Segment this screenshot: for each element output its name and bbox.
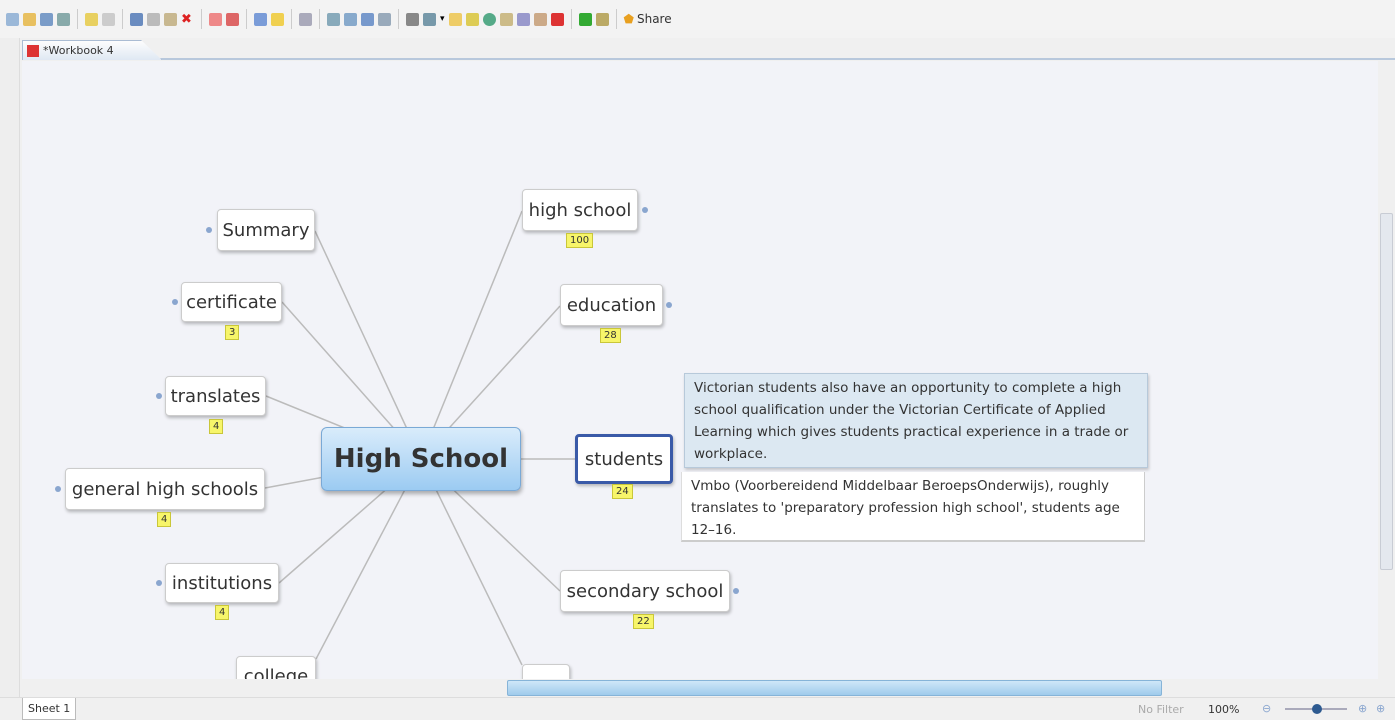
share-button[interactable]: ⬟ Share [624,12,672,26]
tab-title: *Workbook 4 [43,44,114,57]
hyperlink-icon[interactable] [378,12,391,26]
drill-down-icon[interactable] [578,12,592,26]
notes-icon[interactable] [465,12,479,26]
count-badge: 4 [157,512,172,527]
count-badge: 24 [612,484,633,499]
topic-partial[interactable] [522,664,570,679]
note-tooltip: Victorian students also have an opportun… [684,373,1148,468]
fit-icon[interactable]: ⊕ [1376,702,1385,715]
stop-icon[interactable] [550,12,564,26]
redo-icon[interactable] [102,12,115,26]
topic-label: high school [528,199,632,221]
cut-icon[interactable] [130,12,143,26]
mindmap-canvas[interactable]: Summary certificate 3 translates 4 gener… [22,61,1378,679]
sheet-tab[interactable]: Sheet 1 [22,698,77,720]
expand-icon[interactable] [55,486,61,492]
topic-label: Summary [222,219,310,241]
expand-icon[interactable] [156,393,162,399]
note-text: Victorian students also have an opportun… [694,380,1129,462]
sheet-label: Sheet 1 [28,702,71,715]
zoom-level: 100% [1208,703,1240,716]
image-icon[interactable] [361,12,374,26]
count-badge: 100 [566,233,594,248]
topic-college[interactable]: college [236,656,316,679]
undo-icon[interactable] [85,12,98,26]
topic-label: students [584,448,664,470]
vertical-scrollbar[interactable] [1378,61,1395,679]
topic-institutions[interactable]: institutions [165,563,279,603]
topic-summary[interactable]: Summary [217,209,315,251]
topic-translates[interactable]: translates [165,376,266,416]
note-text: Vmbo (Voorbereidend Middelbaar BeroepsOn… [691,478,1120,538]
expand-icon[interactable] [172,299,178,305]
main-toolbar: ✖ ▾ ⬟ Share [0,0,1395,38]
status-bar: Sheet 1 No Filter 100% ⊖ ⊕ ⊕ [0,697,1395,720]
label-icon[interactable] [344,12,357,26]
boundary-icon[interactable] [499,12,513,26]
topic-education[interactable]: education [560,284,663,326]
print-icon[interactable] [57,12,70,26]
workbook-icon [27,44,39,57]
expand-icon[interactable] [156,580,162,586]
save-icon[interactable] [40,12,53,26]
delete-icon[interactable]: ✖ [181,13,194,26]
tab-workbook[interactable]: *Workbook 4 [22,40,162,60]
callout-icon[interactable] [254,12,267,26]
topic-label: general high schools [71,478,259,500]
topic-label: institutions [171,572,273,594]
topic-students-selected[interactable]: students [575,434,673,484]
left-panel-strip [0,38,20,698]
subtopic-icon[interactable] [226,12,239,26]
count-badge: 4 [209,419,224,434]
topic-label: education [566,294,657,316]
expand-icon[interactable] [206,227,212,233]
zoom-slider-handle[interactable] [1312,704,1322,714]
topic-general-high-schools[interactable]: general high schools [65,468,265,510]
attachment-icon[interactable] [406,12,419,26]
idea-icon[interactable] [271,12,284,26]
note-icon[interactable] [448,12,462,26]
summary-icon[interactable] [516,12,530,26]
copy-icon[interactable] [147,12,160,26]
open-icon[interactable] [23,12,36,26]
vertical-scroll-thumb[interactable] [1380,213,1393,570]
share-label: Share [636,12,672,26]
horizontal-scroll-thumb[interactable] [507,680,1162,696]
count-badge: 22 [633,614,654,629]
drill-icon[interactable] [533,12,547,26]
central-topic[interactable]: High School [321,427,521,491]
topic-certificate[interactable]: certificate [181,282,282,322]
drill-up-icon[interactable] [595,12,609,26]
topic-label: college [243,665,309,680]
count-badge: 28 [600,328,621,343]
new-icon[interactable] [6,12,19,26]
zoom-in-icon[interactable]: ⊕ [1358,702,1367,715]
paste-icon[interactable] [164,12,177,26]
layout-icon[interactable] [423,12,436,26]
horizontal-scrollbar[interactable] [22,679,1378,697]
expand-icon[interactable] [733,588,739,594]
topic-icon[interactable] [209,12,222,26]
marker-icon[interactable] [327,12,340,26]
globe-icon[interactable] [482,12,496,26]
expand-icon[interactable] [642,207,648,213]
editor-tabs: *Workbook 4 [22,38,1395,60]
topic-label: secondary school [566,580,724,602]
expand-icon[interactable] [666,302,672,308]
topic-secondary-school[interactable]: secondary school [560,570,730,612]
dropdown-arrow-icon[interactable]: ▾ [440,14,445,24]
zoom-out-icon[interactable]: ⊖ [1262,702,1271,715]
topic-label: certificate [186,291,277,313]
relationship-icon[interactable] [299,12,312,26]
count-badge: 4 [215,605,230,620]
count-badge: 3 [225,325,240,340]
central-topic-label: High School [333,444,509,474]
filter-status[interactable]: No Filter [1138,703,1184,716]
note-tooltip: Vmbo (Voorbereidend Middelbaar BeroepsOn… [681,472,1145,542]
topic-high-school[interactable]: high school [522,189,638,231]
topic-label: translates [170,385,261,407]
